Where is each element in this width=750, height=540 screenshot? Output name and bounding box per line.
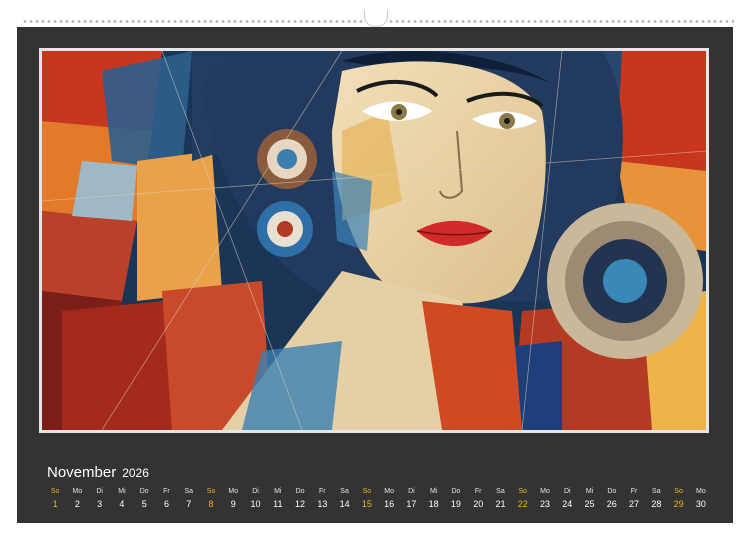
weekday-label: Di (408, 488, 415, 495)
day-cell: Di 3 (89, 486, 111, 511)
day-cell: So 8 (200, 486, 222, 511)
weekday-label: Mi (585, 488, 594, 495)
weekday-label: Do (451, 488, 461, 495)
day-cell: Mo 9 (222, 486, 244, 511)
day-number: 28 (651, 499, 662, 509)
day-number: 21 (495, 499, 506, 509)
day-number: 11 (273, 499, 283, 509)
weekday-label: Fr (319, 488, 326, 495)
day-cell: Fr 6 (155, 486, 177, 511)
weekday-label: Mo (228, 488, 239, 495)
day-number: 1 (52, 499, 58, 509)
weekday-label: Fr (163, 488, 170, 495)
weekday-label: Mi (274, 488, 282, 495)
day-cell: Sa 28 (645, 486, 667, 511)
day-number: 4 (119, 499, 125, 509)
day-grid: So 1 Mo 2 Di 3 Mi 4 Do 5 Fr 6 Sa 7 So 8 Mo 9 Di 10 Mi 11 Do 12 F… (44, 486, 712, 511)
day-number: 8 (208, 499, 214, 509)
day-number: 20 (473, 499, 484, 509)
day-number: 16 (384, 499, 395, 509)
weekday-label: Di (96, 488, 103, 495)
day-cell: Do 12 (289, 486, 311, 511)
day-number: 6 (163, 499, 169, 509)
weekday-label: Sa (340, 488, 349, 495)
day-cell: Fr 27 (623, 486, 645, 511)
day-number: 23 (539, 499, 550, 509)
day-number: 19 (450, 499, 461, 509)
weekday-label: Mo (540, 488, 550, 495)
day-number: 27 (629, 499, 640, 509)
weekday-label: Do (607, 488, 617, 495)
weekday-label: Di (563, 488, 571, 495)
weekday-label: So (674, 488, 683, 495)
day-cell: Di 17 (400, 486, 422, 511)
weekday-label: Mo (695, 488, 706, 495)
weekday-label: Sa (184, 488, 193, 495)
weekday-label: Do (295, 488, 305, 495)
day-cell: So 1 (44, 486, 66, 511)
day-cell: Mo 16 (378, 486, 400, 511)
weekday-label: Mi (118, 488, 126, 495)
weekday-label: Sa (496, 488, 505, 495)
weekday-label: Fr (630, 488, 638, 495)
day-cell: Sa 21 (489, 486, 511, 511)
day-number: 25 (584, 499, 595, 509)
day-cell: Sa 7 (178, 486, 200, 511)
day-cell: Do 26 (601, 486, 623, 511)
day-number: 29 (673, 499, 684, 509)
month-name: November (47, 464, 117, 481)
day-number: 22 (517, 499, 528, 509)
day-number: 13 (317, 499, 328, 509)
day-cell: Fr 13 (311, 486, 333, 511)
day-cell: Mi 11 (267, 486, 289, 511)
day-number: 5 (141, 499, 147, 509)
weekday-label: Mo (72, 488, 83, 495)
year-label: 2026 (122, 466, 149, 480)
day-cell: So 15 (356, 486, 378, 511)
day-number: 15 (361, 499, 372, 509)
day-cell: So 22 (512, 486, 534, 511)
day-number: 10 (250, 499, 261, 509)
day-cell: Mi 18 (423, 486, 445, 511)
day-cell: Do 19 (445, 486, 467, 511)
day-cell: Mi 25 (578, 486, 600, 511)
day-number: 24 (562, 499, 573, 509)
day-cell: Mo 2 (66, 486, 88, 511)
weekday-label: So (518, 488, 527, 495)
day-number: 7 (186, 499, 192, 509)
day-number: 14 (339, 499, 350, 509)
artwork-frame (39, 48, 709, 433)
day-number: 30 (695, 499, 706, 509)
month-heading: November 2026 (47, 464, 149, 482)
day-cell: Mi 4 (111, 486, 133, 511)
day-cell: Di 10 (244, 486, 266, 511)
day-cell: Sa 14 (333, 486, 355, 511)
weekday-label: Do (139, 488, 149, 495)
day-number: 12 (295, 499, 306, 509)
day-cell: Fr 20 (467, 486, 489, 511)
day-number: 17 (406, 499, 417, 509)
weekday-label: Mo (384, 488, 394, 495)
day-cell: So 29 (667, 486, 689, 511)
day-cell: Di 24 (556, 486, 578, 511)
weekday-label: Di (252, 488, 259, 495)
day-number: 2 (74, 499, 80, 509)
weekday-label: So (50, 488, 60, 495)
weekday-label: So (362, 488, 372, 495)
weekday-label: Mi (429, 488, 438, 495)
weekday-label: So (206, 488, 216, 495)
day-cell: Mo 30 (690, 486, 712, 511)
day-cell: Mo 23 (534, 486, 556, 511)
cubist-portrait-artwork (42, 51, 706, 430)
day-number: 3 (97, 499, 103, 509)
weekday-label: Fr (474, 488, 482, 495)
day-cell: Do 5 (133, 486, 155, 511)
day-number: 9 (230, 499, 236, 509)
weekday-label: Sa (652, 488, 661, 495)
day-number: 26 (606, 499, 617, 509)
calendar-page: November 2026 So 1 Mo 2 Di 3 Mi 4 Do 5 Fr 6 Sa 7 So 8 Mo… (17, 27, 733, 523)
hanger-hook (364, 10, 388, 27)
day-number: 18 (428, 499, 439, 509)
